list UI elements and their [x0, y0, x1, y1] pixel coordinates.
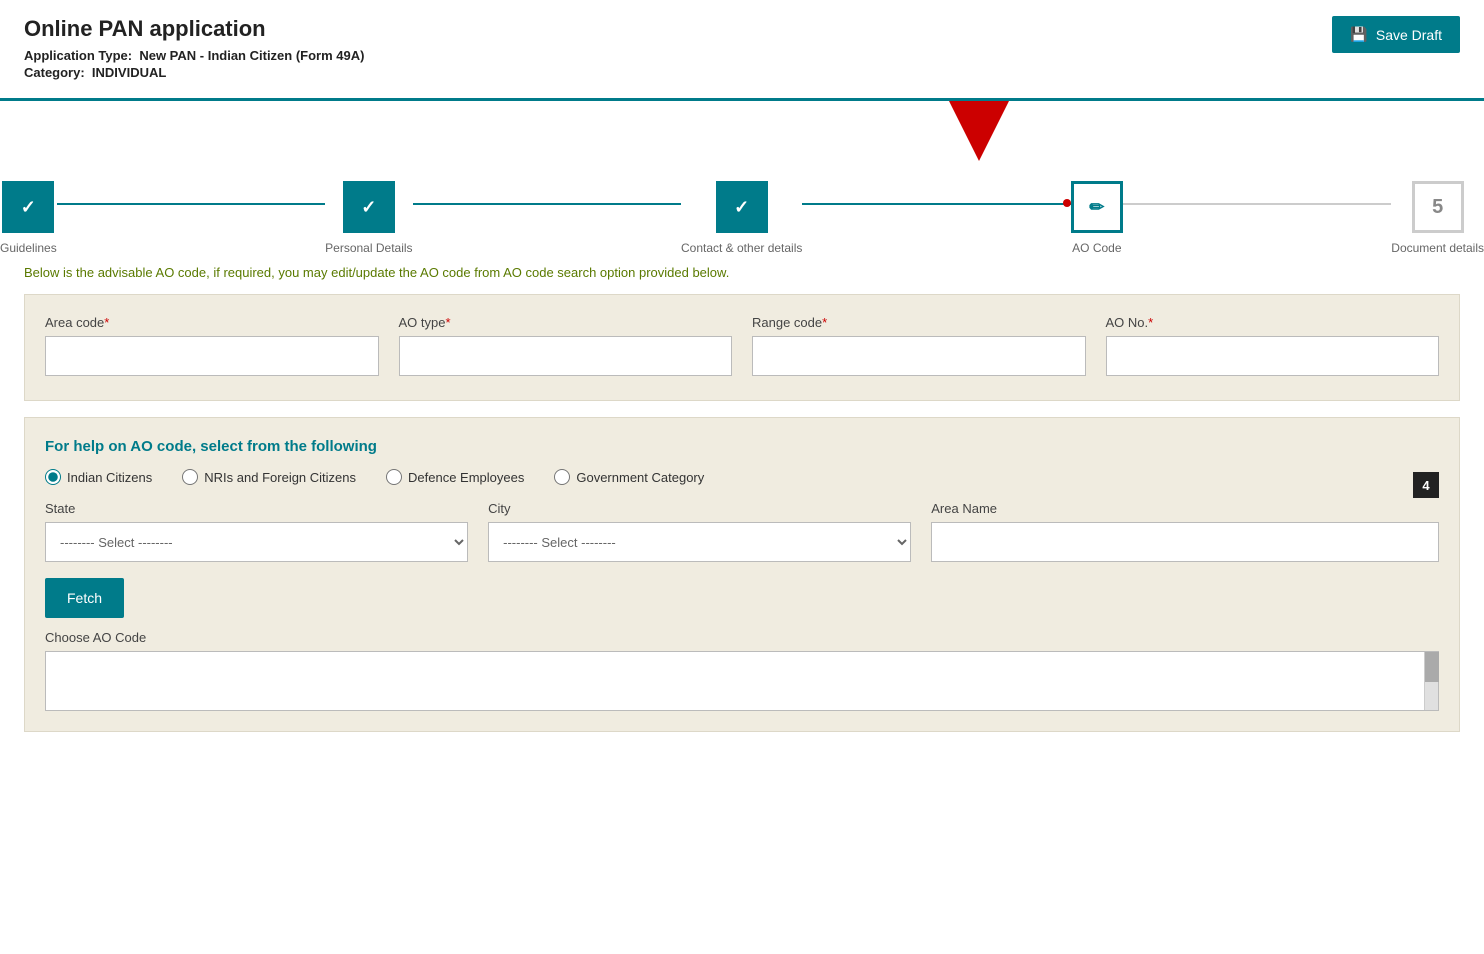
range-code-input[interactable] [752, 336, 1086, 376]
ao-table-scrollbar-thumb[interactable] [1425, 652, 1439, 682]
ao-code-form: Area code* AO type* Range code* AO No.* [24, 294, 1460, 401]
radio-indian-citizens[interactable] [45, 469, 61, 485]
step-dot-indicator [1063, 199, 1071, 207]
category-value: INDIVIDUAL [92, 65, 166, 80]
radio-option-defence[interactable]: Defence Employees [386, 469, 524, 485]
step-contact-details: ✓ Contact & other details [681, 181, 802, 255]
step-5-label: Document details [1391, 241, 1484, 255]
connector-4-5 [1123, 203, 1391, 205]
stepper: ✓ Guidelines ✓ Personal Details ✓ Contac… [0, 181, 1484, 255]
ao-type-required: * [445, 315, 450, 330]
ao-type-group: AO type* [399, 315, 733, 376]
range-code-label: Range code* [752, 315, 1086, 330]
step-4-circle: ✏ [1071, 181, 1123, 233]
ao-no-group: AO No.* [1106, 315, 1440, 376]
ao-no-label: AO No.* [1106, 315, 1440, 330]
ao-type-label: AO type* [399, 315, 733, 330]
area-name-input[interactable] [931, 522, 1439, 562]
radio-nri-label: NRIs and Foreign Citizens [204, 470, 356, 485]
radio-option-nri[interactable]: NRIs and Foreign Citizens [182, 469, 356, 485]
step-3-label: Contact & other details [681, 241, 802, 255]
step-4-label: AO Code [1072, 241, 1121, 255]
header-left: Online PAN application Application Type:… [24, 16, 364, 82]
area-name-label: Area Name [931, 501, 1439, 516]
ao-help-section: For help on AO code, select from the fol… [24, 417, 1460, 732]
radio-indian-citizens-label: Indian Citizens [67, 470, 152, 485]
step-badge-4: 4 [1413, 472, 1439, 498]
category-label: Category: [24, 65, 85, 80]
step-3-circle: ✓ [716, 181, 768, 233]
connector-1-2 [57, 203, 325, 205]
range-code-group: Range code* [752, 315, 1086, 376]
step-5-number: 5 [1432, 196, 1443, 219]
step-guidelines: ✓ Guidelines [0, 181, 57, 255]
connector-2-3 [413, 203, 681, 205]
application-type-value: New PAN - Indian Citizen (Form 49A) [139, 48, 364, 63]
ao-no-required: * [1148, 315, 1153, 330]
advisory-text: Below is the advisable AO code, if requi… [0, 255, 1484, 294]
fetch-button[interactable]: Fetch [45, 578, 124, 618]
ao-help-title: For help on AO code, select from the fol… [45, 438, 1439, 455]
application-type-info: Application Type: New PAN - Indian Citiz… [24, 48, 364, 63]
step-1-circle: ✓ [2, 181, 54, 233]
range-code-required: * [822, 315, 827, 330]
area-name-group: Area Name [931, 501, 1439, 562]
state-label: State [45, 501, 468, 516]
category-radio-row: Indian Citizens NRIs and Foreign Citizen… [45, 469, 1439, 501]
location-select-row: State -------- Select -------- City ----… [45, 501, 1439, 562]
ao-type-input[interactable] [399, 336, 733, 376]
area-code-input[interactable] [45, 336, 379, 376]
ao-table-container [45, 651, 1439, 711]
area-code-required: * [104, 315, 109, 330]
radio-defence-label: Defence Employees [408, 470, 524, 485]
step-document-details: 5 Document details [1391, 181, 1484, 255]
step-4-pencil-icon: ✏ [1089, 197, 1104, 218]
connector-3-4 [802, 203, 1070, 205]
state-select[interactable]: -------- Select -------- [45, 522, 468, 562]
city-select[interactable]: -------- Select -------- [488, 522, 911, 562]
area-code-group: Area code* [45, 315, 379, 376]
category-info: Category: INDIVIDUAL [24, 65, 364, 80]
save-icon: 💾 [1350, 26, 1367, 43]
city-label: City [488, 501, 911, 516]
page-header: Online PAN application Application Type:… [0, 0, 1484, 101]
ao-code-fields-row: Area code* AO type* Range code* AO No.* [45, 315, 1439, 376]
ao-no-input[interactable] [1106, 336, 1440, 376]
radio-option-indian[interactable]: Indian Citizens [45, 469, 152, 485]
step-2-checkmark: ✓ [361, 197, 376, 218]
area-code-label: Area code* [45, 315, 379, 330]
radio-defence[interactable] [386, 469, 402, 485]
category-radio-group: Indian Citizens NRIs and Foreign Citizen… [45, 469, 704, 485]
step-1-label: Guidelines [0, 241, 57, 255]
step-3-checkmark: ✓ [734, 197, 749, 218]
step-2-label: Personal Details [325, 241, 412, 255]
choose-ao-code-section: Choose AO Code [45, 630, 1439, 711]
state-group: State -------- Select -------- [45, 501, 468, 562]
stepper-section: ✓ Guidelines ✓ Personal Details ✓ Contac… [0, 101, 1484, 255]
page-title: Online PAN application [24, 16, 364, 42]
step-2-circle: ✓ [343, 181, 395, 233]
radio-option-govt[interactable]: Government Category [554, 469, 704, 485]
step-1-checkmark: ✓ [21, 197, 36, 218]
radio-nri[interactable] [182, 469, 198, 485]
radio-govt-label: Government Category [576, 470, 704, 485]
city-group: City -------- Select -------- [488, 501, 911, 562]
fetch-label: Fetch [67, 590, 102, 606]
red-arrow-icon [949, 101, 1009, 161]
ao-table-scrollbar[interactable] [1424, 652, 1438, 710]
step-ao-code: ✏ AO Code [1071, 181, 1123, 255]
radio-govt[interactable] [554, 469, 570, 485]
application-type-label: Application Type: [24, 48, 132, 63]
save-draft-button[interactable]: 💾 Save Draft [1332, 16, 1460, 53]
save-draft-label: Save Draft [1376, 27, 1442, 43]
step-5-circle: 5 [1412, 181, 1464, 233]
step-personal-details: ✓ Personal Details [325, 181, 412, 255]
choose-ao-label: Choose AO Code [45, 630, 1439, 645]
